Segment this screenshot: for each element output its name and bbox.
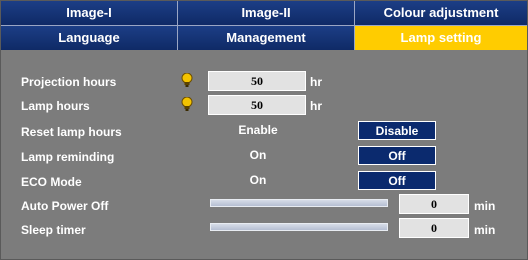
lamp-reminding-label: Lamp reminding <box>21 150 115 164</box>
tab-image-i[interactable]: Image-I <box>1 1 178 25</box>
osd-menu: Image-I Image-II Colour adjustment Langu… <box>0 0 528 260</box>
auto-power-off-unit: min <box>474 199 496 213</box>
auto-power-off-slider[interactable] <box>210 199 388 207</box>
tab-management[interactable]: Management <box>178 26 355 50</box>
tab-colour-adjustment[interactable]: Colour adjustment <box>355 1 527 25</box>
sleep-timer-unit: min <box>474 223 496 237</box>
eco-mode-on-option[interactable]: On <box>219 171 297 190</box>
projection-hours-label: Projection hours <box>21 75 117 89</box>
reset-lamp-hours-disable-option[interactable]: Disable <box>358 121 436 140</box>
sleep-timer-label: Sleep timer <box>21 223 86 237</box>
lamp-settings-panel: Projection hours 50 hr Lamp hours 50 hr … <box>1 51 527 259</box>
lamp-hours-unit: hr <box>310 99 322 113</box>
lamp-bulb-icon <box>181 97 193 111</box>
lamp-reminding-off-option[interactable]: Off <box>358 146 436 165</box>
tab-lamp-setting[interactable]: Lamp setting <box>355 26 527 50</box>
reset-lamp-hours-enable-option[interactable]: Enable <box>219 121 297 140</box>
sleep-timer-value: 0 <box>399 218 469 238</box>
lamp-hours-value: 50 <box>208 95 306 115</box>
tab-bar-top: Image-I Image-II Colour adjustment <box>1 1 527 25</box>
tab-language[interactable]: Language <box>1 26 178 50</box>
auto-power-off-value: 0 <box>399 194 469 214</box>
tab-image-ii[interactable]: Image-II <box>178 1 355 25</box>
lamp-hours-label: Lamp hours <box>21 99 90 113</box>
tab-bar-bottom: Language Management Lamp setting <box>1 26 527 50</box>
lamp-reminding-on-option[interactable]: On <box>219 146 297 165</box>
reset-lamp-hours-label: Reset lamp hours <box>21 125 122 139</box>
sleep-timer-slider[interactable] <box>210 223 388 231</box>
projection-hours-value: 50 <box>208 71 306 91</box>
auto-power-off-label: Auto Power Off <box>21 199 109 213</box>
lamp-bulb-icon <box>181 73 193 87</box>
eco-mode-off-option[interactable]: Off <box>358 171 436 190</box>
eco-mode-label: ECO Mode <box>21 175 82 189</box>
projection-hours-unit: hr <box>310 75 322 89</box>
